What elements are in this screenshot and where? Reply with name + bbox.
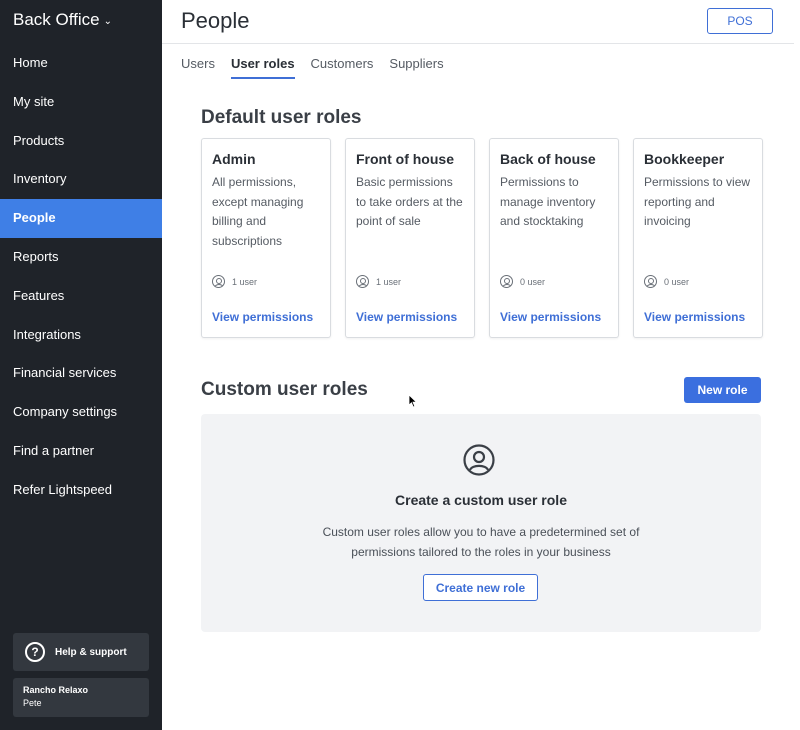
- brand-label: Back Office: [13, 10, 100, 29]
- role-card-user-count: 1 user: [356, 275, 401, 288]
- user-icon: [644, 275, 657, 288]
- sidebar-item-company-settings[interactable]: Company settings: [0, 393, 162, 432]
- role-card-title: Bookkeeper: [644, 151, 725, 167]
- role-card-user-count: 0 user: [644, 275, 689, 288]
- account-user: Pete: [23, 698, 42, 708]
- user-count-label: 0 user: [520, 276, 546, 287]
- question-circle-icon: ?: [25, 642, 45, 662]
- sidebar-item-reports[interactable]: Reports: [0, 238, 162, 277]
- tab-suppliers[interactable]: Suppliers: [389, 56, 443, 79]
- default-roles-title: Default user roles: [201, 107, 362, 128]
- tab-customers[interactable]: Customers: [311, 56, 374, 79]
- sidebar-item-home[interactable]: Home: [0, 44, 162, 83]
- user-count-label: 0 user: [664, 276, 690, 287]
- sidebar-item-products[interactable]: Products: [0, 122, 162, 161]
- role-card-description: Basic permissions to take orders at the …: [356, 175, 463, 228]
- role-card-description: Permissions to view reporting and invoic…: [644, 175, 751, 228]
- help-support-button[interactable]: ? Help & support: [13, 633, 149, 671]
- role-card-user-count: 0 user: [500, 275, 545, 288]
- role-card-user-count: 1 user: [212, 275, 257, 288]
- user-icon: [500, 275, 513, 288]
- default-role-cards: Admin All permissions, except managing b…: [201, 138, 763, 338]
- mouse-cursor-icon: [408, 394, 418, 408]
- sidebar-item-integrations[interactable]: Integrations: [0, 316, 162, 355]
- tab-users[interactable]: Users: [181, 56, 215, 79]
- role-card-title: Back of house: [500, 151, 596, 167]
- view-permissions-link[interactable]: View permissions: [644, 310, 745, 324]
- view-permissions-link[interactable]: View permissions: [500, 310, 601, 324]
- tab-bar: Users User roles Customers Suppliers: [181, 56, 444, 79]
- user-icon: [356, 275, 369, 288]
- role-card-description: Permissions to manage inventory and stoc…: [500, 175, 596, 228]
- empty-state-description: Custom user roles allow you to have a pr…: [322, 525, 640, 559]
- create-new-role-button[interactable]: Create new role: [423, 574, 538, 601]
- role-card-title: Front of house: [356, 151, 454, 167]
- sidebar-item-features[interactable]: Features: [0, 277, 162, 316]
- chevron-down-icon: ⌄: [103, 16, 113, 27]
- account-name: Rancho Relaxo: [23, 685, 89, 695]
- sidebar-item-find-a-partner[interactable]: Find a partner: [0, 432, 162, 471]
- custom-roles-empty-state: Create a custom user role Custom user ro…: [201, 414, 761, 632]
- help-support-label: Help & support: [55, 646, 127, 658]
- view-permissions-link[interactable]: View permissions: [356, 310, 457, 324]
- custom-roles-title: Custom user roles: [201, 379, 368, 400]
- sidebar-item-people[interactable]: People: [0, 199, 162, 238]
- sidebar-item-inventory[interactable]: Inventory: [0, 160, 162, 199]
- pos-button[interactable]: POS: [707, 8, 773, 34]
- main-content: People POS Users User roles Customers Su…: [162, 0, 800, 730]
- role-card-back-of-house: Back of house Permissions to manage inve…: [489, 138, 619, 338]
- brand-menu[interactable]: Back Office ⌄: [13, 10, 112, 30]
- tab-user-roles[interactable]: User roles: [230, 56, 295, 79]
- view-permissions-link[interactable]: View permissions: [212, 310, 313, 324]
- page-title: People: [181, 8, 250, 33]
- role-card-front-of-house: Front of house Basic permissions to take…: [345, 138, 475, 338]
- user-count-label: 1 user: [232, 276, 258, 287]
- role-card-bookkeeper: Bookkeeper Permissions to view reporting…: [633, 138, 763, 338]
- sidebar-nav: Home My site Products Inventory People R…: [0, 44, 162, 510]
- user-icon: [212, 275, 225, 288]
- header-divider: [162, 43, 794, 44]
- role-card-title: Admin: [212, 151, 256, 167]
- sidebar: Back Office ⌄ Home My site Products Inve…: [0, 0, 162, 730]
- user-circle-icon: [463, 444, 495, 476]
- role-card-description: All permissions, except managing billing…: [212, 175, 304, 248]
- user-count-label: 1 user: [376, 276, 402, 287]
- sidebar-item-financial-services[interactable]: Financial services: [0, 354, 162, 393]
- role-card-admin: Admin All permissions, except managing b…: [201, 138, 331, 338]
- new-role-button[interactable]: New role: [684, 377, 761, 403]
- sidebar-item-refer-lightspeed[interactable]: Refer Lightspeed: [0, 471, 162, 510]
- account-switcher[interactable]: Rancho Relaxo Pete: [13, 678, 149, 717]
- sidebar-item-my-site[interactable]: My site: [0, 83, 162, 122]
- empty-state-title: Create a custom user role: [395, 492, 567, 508]
